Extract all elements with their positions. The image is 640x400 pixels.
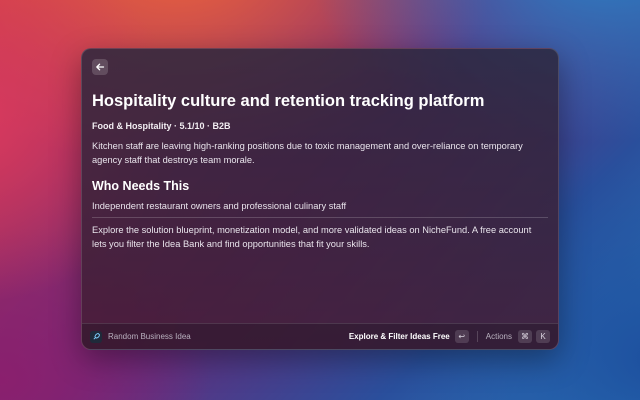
rocket-icon (90, 330, 102, 343)
divider (92, 217, 548, 218)
back-button[interactable] (92, 59, 108, 75)
explore-filter-button[interactable]: Explore & Filter Ideas Free (349, 332, 450, 341)
idea-title: Hospitality culture and retention tracki… (92, 92, 485, 110)
footer-separator (476, 331, 478, 342)
who-needs-heading: Who Needs This (92, 179, 190, 193)
command-key-hint: ⌘ (518, 330, 532, 343)
promo-text: Explore the solution blueprint, monetiza… (92, 225, 532, 249)
idea-meta: Food & Hospitality · 5.1/10 · B2B (92, 121, 231, 131)
arrow-left-icon (96, 63, 105, 71)
action-bar: Random Business Idea Explore & Filter Id… (82, 323, 558, 349)
who-needs-text: Independent restaurant owners and profes… (92, 201, 347, 211)
command-window: Hospitality culture and retention tracki… (81, 48, 559, 350)
idea-description: Kitchen staff are leaving high-ranking p… (92, 141, 523, 165)
k-key-hint: K (536, 330, 550, 343)
actions-button[interactable]: Actions (486, 332, 512, 341)
app-name: Random Business Idea (108, 332, 191, 341)
idea-detail: Hospitality culture and retention tracki… (92, 91, 548, 251)
return-key-hint: ↩ (454, 330, 469, 343)
